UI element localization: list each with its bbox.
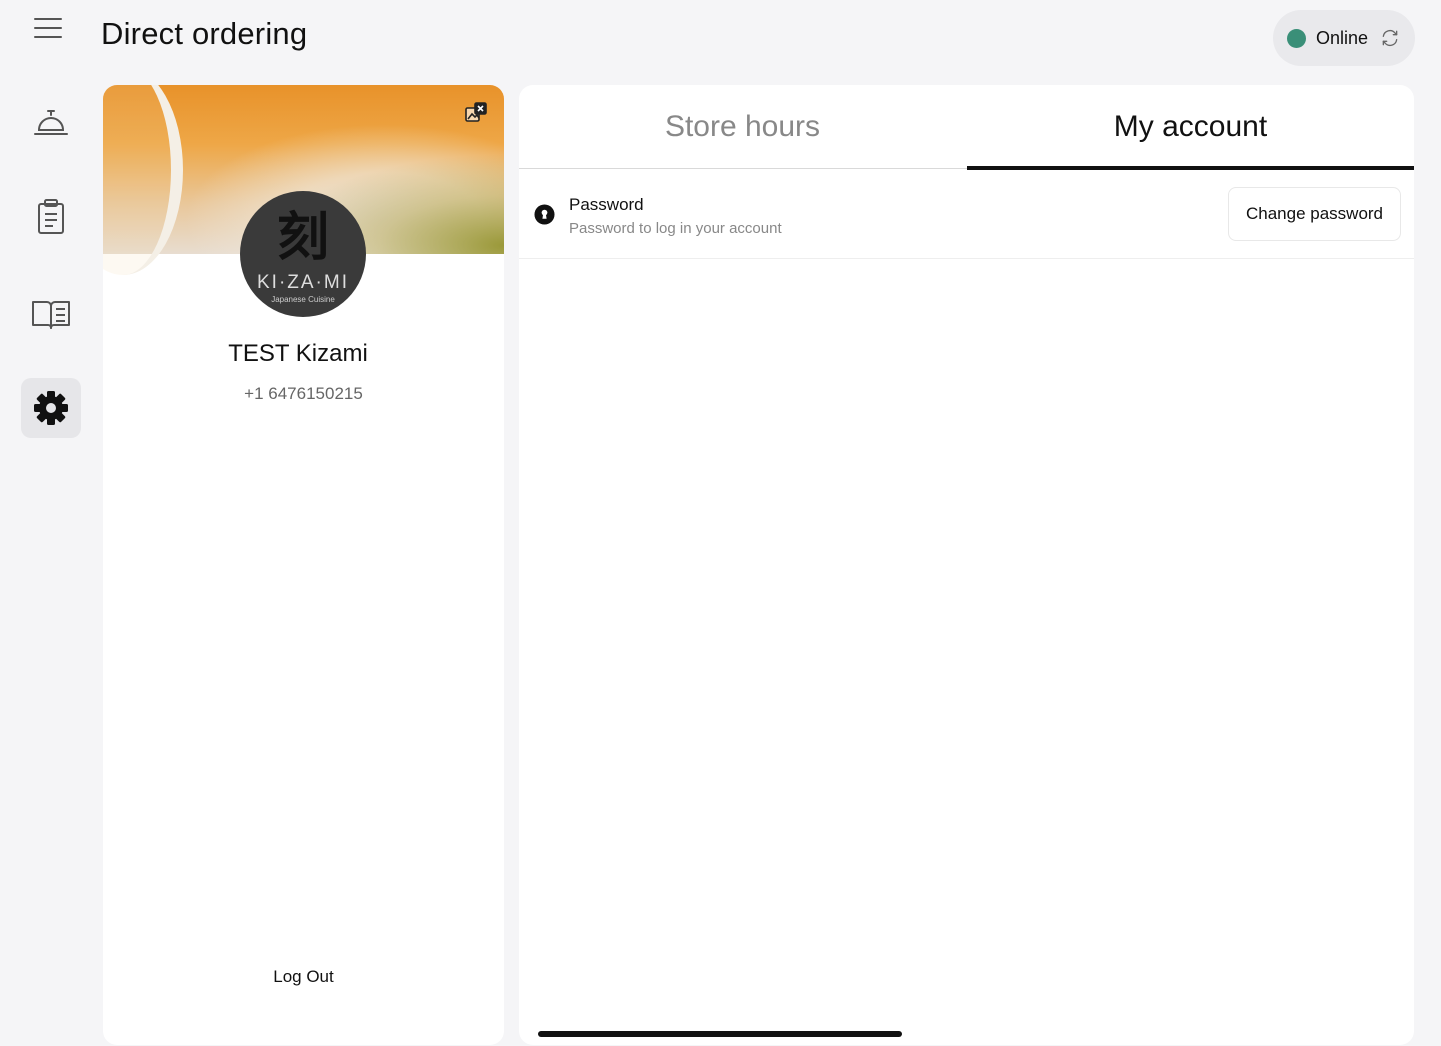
- sidebar-item-menu[interactable]: [21, 284, 81, 344]
- sidebar-item-settings[interactable]: [21, 378, 81, 438]
- sidebar-item-order-history[interactable]: [21, 186, 81, 246]
- settings-panel: Store hours My account Password Password…: [519, 85, 1414, 1045]
- page-title: Direct ordering: [101, 16, 308, 51]
- settings-tabs: Store hours My account: [519, 85, 1414, 170]
- status-label: Online: [1316, 27, 1369, 48]
- change-password-button[interactable]: Change password: [1228, 187, 1401, 241]
- store-phone: +1 6476150215: [244, 384, 363, 403]
- store-logo-avatar[interactable]: 刻 KI·ZA·MI Japanese Cuisine: [240, 191, 366, 317]
- menu-toggle-icon[interactable]: [34, 18, 62, 40]
- edit-cover-icon[interactable]: [464, 101, 488, 125]
- clipboard-icon: [38, 199, 64, 234]
- logout-button[interactable]: Log Out: [103, 967, 504, 987]
- keyhole-icon: [534, 204, 555, 225]
- password-description: Password to log in your account: [569, 220, 782, 237]
- service-bell-icon: [34, 110, 68, 135]
- logo-kanji: 刻: [276, 207, 329, 268]
- gear-icon: [34, 391, 68, 425]
- home-indicator: [538, 1031, 902, 1037]
- refresh-icon[interactable]: [1380, 28, 1400, 48]
- status-dot: [1287, 28, 1306, 48]
- tab-store-hours[interactable]: Store hours: [519, 85, 966, 169]
- online-status-toggle[interactable]: Online: [1273, 10, 1415, 66]
- password-setting-row: Password Password to log in your account…: [519, 169, 1414, 259]
- store-profile-card: 刻 KI·ZA·MI Japanese Cuisine TEST Kizami …: [103, 85, 504, 1045]
- open-book-icon: [32, 301, 70, 329]
- store-name: TEST Kizami: [228, 340, 368, 367]
- logo-subtitle: Japanese Cuisine: [271, 295, 335, 304]
- tab-my-account[interactable]: My account: [967, 85, 1414, 170]
- logo-wordmark: KI·ZA·MI: [257, 272, 349, 293]
- sidebar-item-orders[interactable]: [21, 92, 81, 152]
- password-title: Password: [569, 195, 644, 214]
